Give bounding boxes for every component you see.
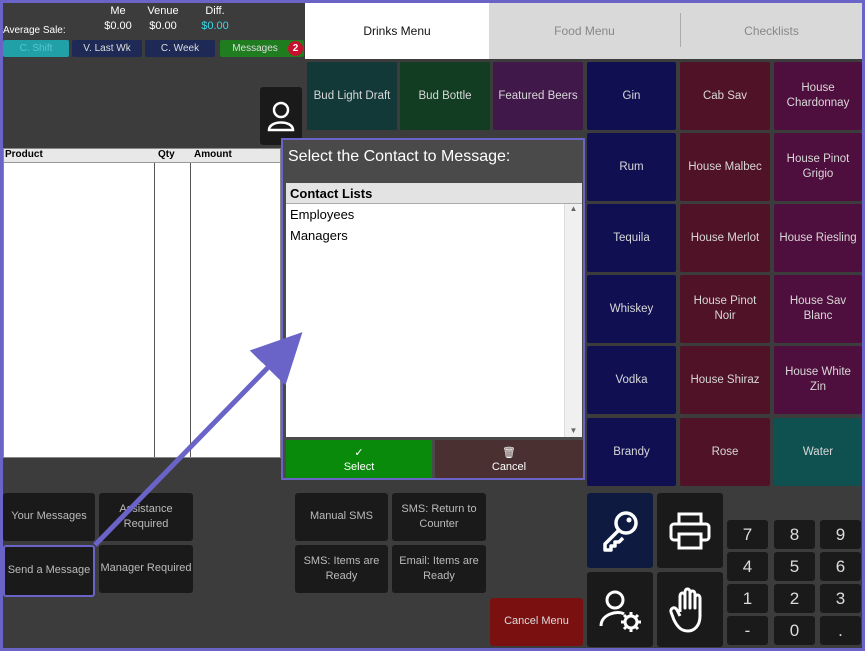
product-house-white-zin[interactable]: House White Zin [774, 346, 862, 414]
product-featured-beers[interactable]: Featured Beers [493, 62, 583, 130]
keypad-key[interactable]: 4 [727, 552, 768, 581]
dialog-title: Select the Contact to Message: [288, 148, 511, 165]
product-house-riesling[interactable]: House Riesling [774, 204, 862, 272]
product-house-malbec[interactable]: House Malbec [680, 133, 770, 201]
sales-stats: Average Sale: Me $0.00 Venue $0.00 Diff.… [3, 3, 303, 41]
tab-checklists[interactable]: Checklists [681, 3, 862, 59]
assistance-required-button[interactable]: Assistance Required [99, 493, 193, 541]
product-water[interactable]: Water [774, 418, 862, 486]
product-tequila[interactable]: Tequila [587, 204, 676, 272]
contact-item-employees[interactable]: Employees [286, 204, 582, 225]
keypad-key[interactable]: 5 [774, 552, 815, 581]
keypad-key[interactable]: 1 [727, 584, 768, 613]
cancel-label: Cancel [491, 460, 527, 473]
product-bud-light-draft[interactable]: Bud Light Draft [307, 62, 397, 130]
keypad-key[interactable]: 9 [820, 520, 861, 549]
current-shift-button[interactable]: C. Shift [3, 40, 69, 57]
keypad-key[interactable]: 8 [774, 520, 815, 549]
user-icon [267, 101, 295, 132]
venue-header: Venue [147, 5, 179, 17]
messages-label: Messages [232, 43, 278, 54]
product-cab-sav[interactable]: Cab Sav [680, 62, 770, 130]
column-divider [154, 163, 155, 457]
diff-value: $0.00 [201, 20, 229, 32]
select-label: Select [343, 460, 375, 473]
contact-list-header: Contact Lists [286, 183, 582, 204]
cancel-button[interactable]: 🗑 Cancel [435, 440, 583, 478]
venue-column: Venue $0.00 [143, 5, 183, 32]
column-divider [190, 163, 191, 457]
scroll-down-icon[interactable]: ▼ [565, 426, 582, 435]
order-table-header: Product Qty Amount [4, 149, 280, 163]
product-whiskey[interactable]: Whiskey [587, 275, 676, 343]
scroll-up-icon[interactable]: ▲ [565, 204, 582, 213]
tab-food-menu[interactable]: Food Menu [491, 3, 678, 59]
sms-ready-button[interactable]: SMS: Items are Ready [295, 545, 388, 593]
messages-count-badge: 2 [288, 41, 303, 56]
cancel-menu-button[interactable]: Cancel Menu [490, 598, 583, 646]
amount-column-header: Amount [194, 149, 232, 160]
menu-tabs: Drinks Menu Food Menu Checklists [305, 3, 862, 59]
current-week-button[interactable]: C. Week [145, 40, 215, 57]
average-sale-label: Average Sale: [3, 25, 66, 36]
print-button[interactable] [657, 493, 723, 568]
contact-list-scrollbar[interactable]: ▲ ▼ [564, 204, 582, 437]
me-column: Me $0.00 [103, 5, 133, 32]
me-value: $0.00 [104, 20, 132, 32]
period-buttons: C. Shift V. Last Wk C. Week Messages 2 [3, 40, 304, 57]
key-button[interactable] [587, 493, 653, 568]
me-header: Me [110, 5, 126, 17]
user-button[interactable] [260, 87, 302, 145]
product-gin[interactable]: Gin [587, 62, 676, 130]
messages-button[interactable]: Messages 2 [220, 40, 304, 57]
user-settings-button[interactable] [587, 572, 653, 647]
contact-item-managers[interactable]: Managers [286, 225, 582, 246]
your-messages-button[interactable]: Your Messages [3, 493, 95, 541]
keypad-key[interactable]: . [820, 616, 861, 645]
qty-column-header: Qty [158, 149, 175, 160]
last-week-button[interactable]: V. Last Wk [72, 40, 142, 57]
product-house-pinot-grigio[interactable]: House Pinot Grigio [774, 133, 862, 201]
printer-icon [669, 512, 711, 549]
keypad-key[interactable]: - [727, 616, 768, 645]
diff-header: Diff. [205, 5, 225, 17]
product-rum[interactable]: Rum [587, 133, 676, 201]
keypad-key[interactable]: 7 [727, 520, 768, 549]
key-icon [603, 510, 638, 552]
trash-icon: 🗑 [502, 446, 516, 459]
product-house-shiraz[interactable]: House Shiraz [680, 346, 770, 414]
manager-required-button[interactable]: Manager Required [99, 545, 193, 593]
product-vodka[interactable]: Vodka [587, 346, 676, 414]
keypad-key[interactable]: 3 [820, 584, 861, 613]
keypad-key[interactable]: 0 [774, 616, 815, 645]
product-house-sav-blanc[interactable]: House Sav Blanc [774, 275, 862, 343]
tab-drinks-menu[interactable]: Drinks Menu [305, 3, 489, 59]
sms-return-button[interactable]: SMS: Return to Counter [392, 493, 486, 541]
order-table[interactable]: Product Qty Amount [3, 148, 281, 458]
product-bud-bottle[interactable]: Bud Bottle [400, 62, 490, 130]
keypad-key[interactable]: 6 [820, 552, 861, 581]
contact-list: Contact Lists Employees Managers ▲ ▼ [286, 183, 582, 437]
user-settings-icon [599, 590, 641, 632]
hand-button[interactable] [657, 572, 723, 647]
product-rose[interactable]: Rose [680, 418, 770, 486]
email-ready-button[interactable]: Email: Items are Ready [392, 545, 486, 593]
check-icon: ✓ [354, 446, 364, 459]
product-brandy[interactable]: Brandy [587, 418, 676, 486]
venue-value: $0.00 [149, 20, 177, 32]
manual-sms-button[interactable]: Manual SMS [295, 493, 388, 541]
hand-icon [669, 587, 702, 632]
send-message-button[interactable]: Send a Message [3, 545, 95, 597]
select-button[interactable]: ✓ Select [286, 440, 432, 478]
product-column-header: Product [5, 149, 43, 160]
contact-dialog: Select the Contact to Message: Contact L… [281, 138, 585, 480]
product-house-chardonnay[interactable]: House Chardonnay [774, 62, 862, 130]
product-house-pinot-noir[interactable]: House Pinot Noir [680, 275, 770, 343]
diff-column: Diff. $0.00 [199, 5, 231, 32]
product-house-merlot[interactable]: House Merlot [680, 204, 770, 272]
keypad-key[interactable]: 2 [774, 584, 815, 613]
